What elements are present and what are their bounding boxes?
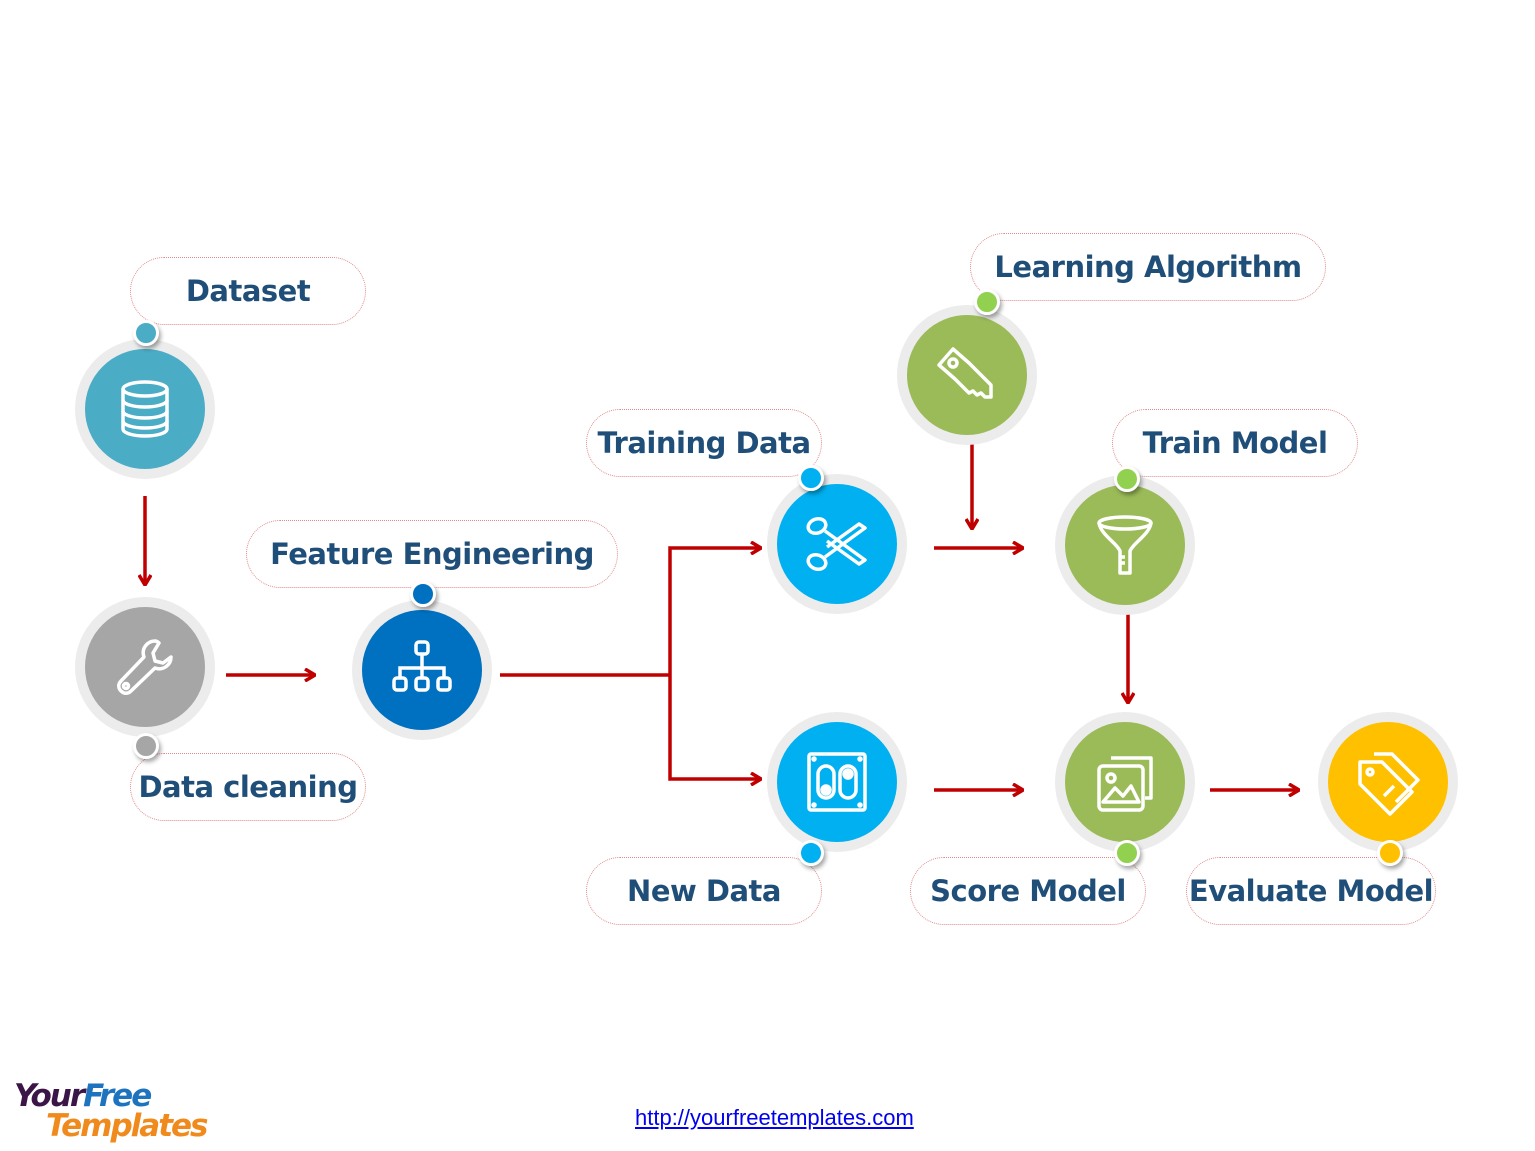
key-icon xyxy=(937,347,993,399)
label-new-data: New Data xyxy=(586,857,822,925)
label-dataset: Dataset xyxy=(130,257,366,325)
node-dataset xyxy=(75,339,215,479)
connector-dot-dataset xyxy=(133,320,159,346)
node-feature-engineering xyxy=(352,600,492,740)
connector-dot-training-data xyxy=(798,465,824,491)
website-link[interactable]: http://yourfreetemplates.com xyxy=(635,1105,914,1131)
connector-dot-feature-engineering xyxy=(410,581,436,607)
connector-dot-learning-algorithm xyxy=(974,289,1000,315)
node-data-cleaning xyxy=(75,597,215,737)
database-icon xyxy=(121,380,169,438)
hierarchy-icon xyxy=(392,640,452,692)
images-icon xyxy=(1097,756,1153,812)
switch-panel-icon xyxy=(807,752,867,812)
connector-dot-train-model xyxy=(1114,466,1140,492)
node-learning-algorithm xyxy=(897,305,1037,445)
wrench-icon xyxy=(117,639,173,695)
arrow-feature-to-newdata xyxy=(668,675,760,779)
tags-icon xyxy=(1358,752,1420,816)
label-score-model: Score Model xyxy=(910,857,1146,925)
ml-workflow-diagram: Dataset Data cleaning Feature Engineerin… xyxy=(0,0,1535,1151)
connector-dot-evaluate-model xyxy=(1377,840,1403,866)
funnel-icon xyxy=(1097,515,1153,575)
node-evaluate-model xyxy=(1318,712,1458,852)
scissors-icon xyxy=(806,516,867,572)
label-feature-engineering: Feature Engineering xyxy=(246,520,618,588)
node-training-data xyxy=(767,474,907,614)
arrow-feature-to-training xyxy=(668,548,760,675)
connector-dot-new-data xyxy=(798,840,824,866)
logo-text-templates: Templates xyxy=(46,1108,209,1144)
flow-arrows xyxy=(0,443,1535,1151)
label-training-data: Training Data xyxy=(586,409,822,477)
node-score-model xyxy=(1055,712,1195,852)
yourfreetemplates-logo: YourFree Templates xyxy=(14,1078,209,1144)
label-train-model: Train Model xyxy=(1112,409,1358,477)
node-new-data xyxy=(767,712,907,852)
node-train-model xyxy=(1055,475,1195,615)
connector-dot-data-cleaning xyxy=(133,733,159,759)
label-evaluate-model: Evaluate Model xyxy=(1186,857,1436,925)
label-data-cleaning: Data cleaning xyxy=(130,753,366,821)
connector-dot-score-model xyxy=(1114,840,1140,866)
label-learning-algorithm: Learning Algorithm xyxy=(970,233,1326,301)
